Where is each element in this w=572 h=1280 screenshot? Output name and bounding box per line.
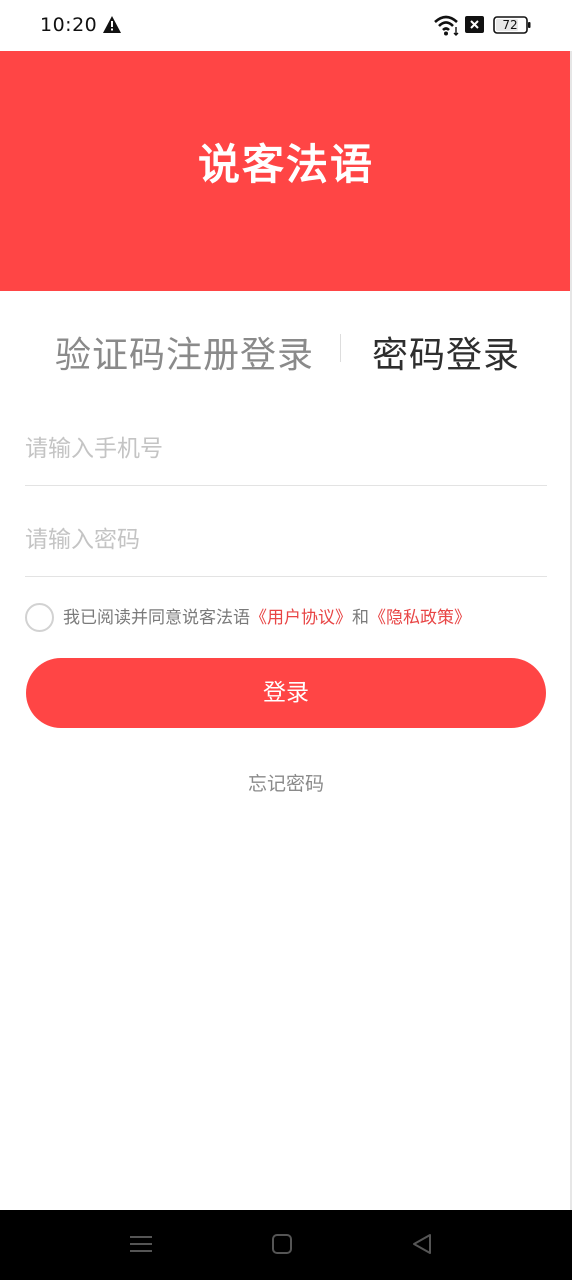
phone-input-underline [25,485,547,486]
back-icon[interactable] [412,1233,432,1255]
app-header: 说客法语 [0,51,572,291]
agreement-and: 和 [352,608,369,628]
app-title: 说客法语 [197,140,374,189]
tab-password-login[interactable]: 密码登录 [372,326,520,378]
battery-level: 72 [502,18,518,32]
privacy-policy-link[interactable]: 《隐私政策》 [369,608,471,628]
status-time: 10:20 [40,14,98,36]
sim-off-icon [465,16,484,33]
phone-input[interactable] [25,419,547,479]
wifi-icon [434,15,459,36]
user-agreement-link[interactable]: 《用户协议》 [250,608,352,628]
tab-divider [340,334,341,362]
tab-sms-login[interactable]: 验证码注册登录 [55,326,314,378]
login-screen: 10:20 72 说客法语 验证码注册登录 密码登录 请输入手机号 我已阅读并同… [0,0,572,1280]
status-bar: 10:20 72 [0,0,572,51]
agreement-prefix: 我已阅读并同意说客法语 [63,608,250,628]
password-input[interactable] [25,510,547,570]
navigation-bar [0,1210,572,1280]
menu-icon[interactable] [130,1234,152,1254]
agreement-text: 我已阅读并同意说客法语《用户协议》和《隐私政策》 [63,606,471,630]
forgot-password-link[interactable]: 忘记密码 [0,769,572,796]
warning-icon [103,16,121,33]
agreement-checkbox[interactable] [25,603,54,632]
password-input-underline [25,576,547,577]
login-button[interactable]: 登录 [26,658,546,728]
home-icon[interactable] [272,1234,292,1254]
